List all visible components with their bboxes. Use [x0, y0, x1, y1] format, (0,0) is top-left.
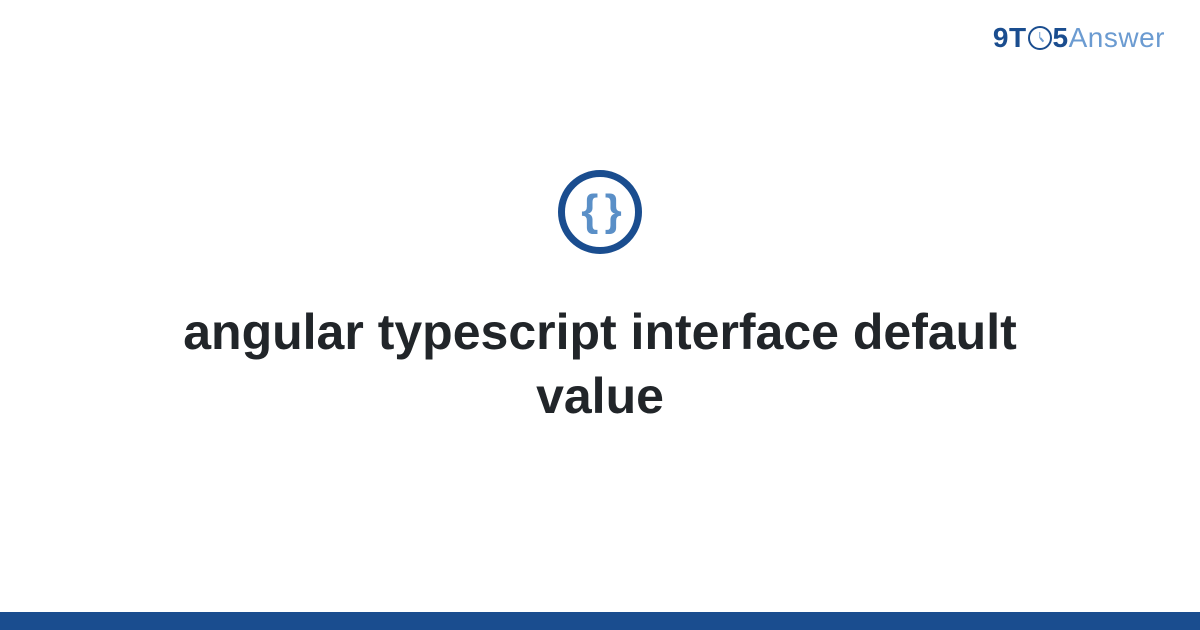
topic-icon-circle: { }	[558, 170, 642, 254]
braces-icon: { }	[581, 189, 618, 233]
page-title: angular typescript interface default val…	[120, 300, 1080, 428]
footer-accent-bar	[0, 612, 1200, 630]
main-content: { } angular typescript interface default…	[0, 0, 1200, 612]
